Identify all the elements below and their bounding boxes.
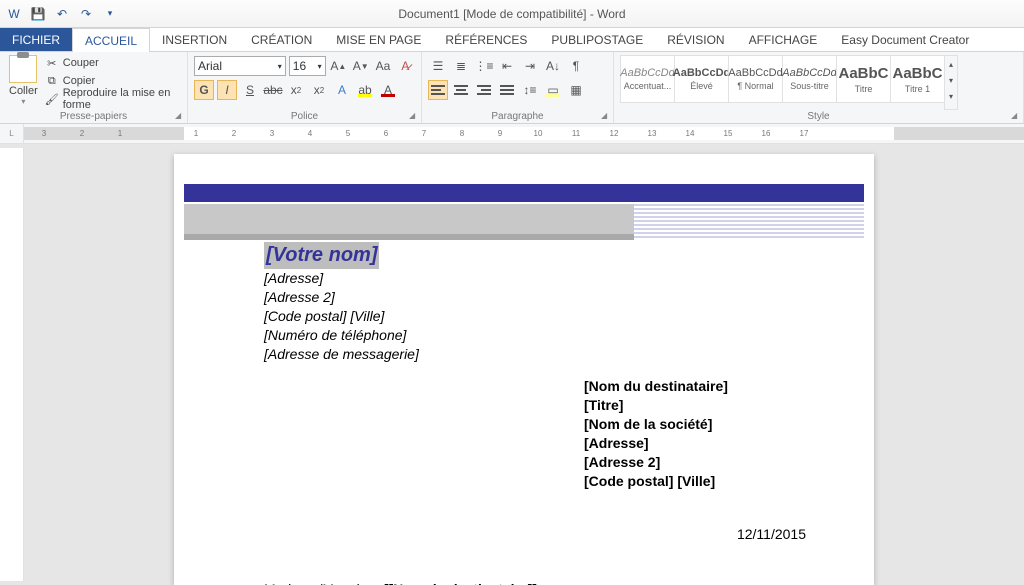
recipient-line[interactable]: [Code postal] [Ville] [584, 472, 814, 491]
sender-block[interactable]: [Votre nom] [Adresse] [Adresse 2] [Code … [264, 242, 814, 363]
letter-date[interactable]: 12/11/2015 [264, 525, 814, 544]
header-bar [184, 184, 864, 202]
scissors-icon: ✂ [45, 56, 59, 70]
style-normal[interactable]: AaBbCcDd¶ Normal [728, 55, 783, 103]
align-left-button[interactable] [428, 80, 448, 100]
redo-icon[interactable]: ↷ [76, 4, 96, 24]
recipient-line[interactable]: [Titre] [584, 396, 814, 415]
underline-button[interactable]: S [240, 80, 260, 100]
clipboard-launcher-icon[interactable]: ◢ [175, 111, 185, 121]
subscript-button[interactable]: x2 [286, 80, 306, 100]
window-title: Document1 [Mode de compatibilité] - Word [120, 7, 904, 21]
ribbon-tabs: FICHIER ACCUEIL INSERTION CRÉATION MISE … [0, 28, 1024, 52]
cut-button[interactable]: ✂Couper [45, 55, 181, 71]
font-size-combo[interactable]: 16▾ [289, 56, 326, 76]
ruler-corner: L [0, 124, 24, 143]
show-marks-button[interactable]: ¶ [566, 56, 586, 76]
tab-affichage[interactable]: AFFICHAGE [737, 28, 830, 51]
tab-revision[interactable]: RÉVISION [655, 28, 736, 51]
text-effects-button[interactable]: A [332, 80, 352, 100]
recipient-line[interactable]: [Adresse] [584, 434, 814, 453]
recipient-line[interactable]: [Adresse 2] [584, 453, 814, 472]
font-name-combo[interactable]: Arial▾ [194, 56, 286, 76]
undo-icon[interactable]: ↶ [52, 4, 72, 24]
vertical-ruler[interactable] [0, 148, 24, 581]
group-clipboard: Coller ▾ ✂Couper ⧉Copier 🖌Reproduire la … [0, 52, 188, 123]
numbering-button[interactable]: ≣ [451, 56, 471, 76]
sender-line[interactable]: [Code postal] [Ville] [264, 307, 814, 326]
paragraph-launcher-icon[interactable]: ◢ [601, 111, 611, 121]
highlight-button[interactable]: ab [355, 80, 375, 100]
grow-font-button[interactable]: A▲ [329, 56, 348, 76]
tab-easy-document[interactable]: Easy Document Creator [829, 28, 981, 51]
copy-icon: ⧉ [45, 74, 59, 88]
sender-line[interactable]: [Numéro de téléphone] [264, 326, 814, 345]
sender-line[interactable]: [Adresse de messagerie] [264, 345, 814, 364]
borders-button[interactable]: ▦ [566, 80, 586, 100]
align-center-button[interactable] [451, 80, 471, 100]
tab-mise-en-page[interactable]: MISE EN PAGE [324, 28, 433, 51]
group-paragraph: ☰ ≣ ⋮≡ ⇤ ⇥ A↓ ¶ ↕≡ ▭ ▦ Paragraphe ◢ [422, 52, 614, 123]
tab-accueil[interactable]: ACCUEIL [72, 28, 150, 52]
word-app-icon: W [4, 4, 24, 24]
format-painter-button[interactable]: 🖌Reproduire la mise en forme [45, 91, 181, 107]
indent-decrease-button[interactable]: ⇤ [497, 56, 517, 76]
sort-button[interactable]: A↓ [543, 56, 563, 76]
qat-customize-icon[interactable]: ▾ [100, 4, 120, 24]
save-icon[interactable]: 💾 [28, 4, 48, 24]
horizontal-ruler[interactable]: 3211234567891011121314151617 [24, 127, 1024, 140]
styles-launcher-icon[interactable]: ◢ [1011, 111, 1021, 121]
group-font: Arial▾ 16▾ A▲ A▼ Aa A̷ G I S abc x2 x2 A… [188, 52, 422, 123]
tab-publipostage[interactable]: PUBLIPOSTAGE [539, 28, 655, 51]
tab-insertion[interactable]: INSERTION [150, 28, 239, 51]
shrink-font-button[interactable]: A▼ [351, 56, 370, 76]
recipient-block[interactable]: [Nom du destinataire] [Titre] [Nom de la… [584, 377, 814, 490]
style-accent[interactable]: AaBbCcDdAccentuat... [620, 55, 675, 103]
superscript-button[interactable]: x2 [309, 80, 329, 100]
brush-icon: 🖌 [45, 92, 59, 106]
styles-scroll-up-icon[interactable]: ▴ [945, 56, 957, 72]
sender-name[interactable]: [Votre nom] [264, 242, 379, 269]
recipient-line[interactable]: [Nom du destinataire] [584, 377, 814, 396]
sender-line[interactable]: [Adresse] [264, 269, 814, 288]
styles-expand-icon[interactable]: ▾ [945, 88, 957, 104]
align-right-button[interactable] [474, 80, 494, 100]
document-page[interactable]: [Votre nom] [Adresse] [Adresse 2] [Code … [174, 154, 874, 585]
italic-button[interactable]: I [217, 80, 237, 100]
clear-format-button[interactable]: A̷ [396, 56, 415, 76]
style-titre1[interactable]: AaBbCTitre 1 [890, 55, 945, 103]
header-image [184, 204, 864, 240]
bold-button[interactable]: G [194, 80, 214, 100]
indent-increase-button[interactable]: ⇥ [520, 56, 540, 76]
tab-references[interactable]: RÉFÉRENCES [433, 28, 539, 51]
line-spacing-button[interactable]: ↕≡ [520, 80, 540, 100]
font-launcher-icon[interactable]: ◢ [409, 111, 419, 121]
shading-button[interactable]: ▭ [543, 80, 563, 100]
letter-body[interactable]: Madame/Monsieur [[Nom du destinataire]],… [264, 580, 814, 585]
style-eleve[interactable]: AaBbCcDdÉlevé [674, 55, 729, 103]
tab-fichier[interactable]: FICHIER [0, 28, 72, 51]
tab-creation[interactable]: CRÉATION [239, 28, 324, 51]
strike-button[interactable]: abc [263, 80, 283, 100]
recipient-line[interactable]: [Nom de la société] [584, 415, 814, 434]
paste-icon [9, 55, 37, 83]
paste-button[interactable]: Coller ▾ [6, 55, 41, 110]
font-color-button[interactable]: A [378, 80, 398, 100]
style-soustitre[interactable]: AaBbCcDdSous-titre [782, 55, 837, 103]
sender-line[interactable]: [Adresse 2] [264, 288, 814, 307]
justify-button[interactable] [497, 80, 517, 100]
multilevel-button[interactable]: ⋮≡ [474, 56, 494, 76]
bullets-button[interactable]: ☰ [428, 56, 448, 76]
group-styles: AaBbCcDdAccentuat... AaBbCcDdÉlevé AaBbC… [614, 52, 1024, 123]
styles-scroll-down-icon[interactable]: ▾ [945, 72, 957, 88]
style-titre[interactable]: AaBbCTitre [836, 55, 891, 103]
change-case-button[interactable]: Aa [373, 56, 392, 76]
